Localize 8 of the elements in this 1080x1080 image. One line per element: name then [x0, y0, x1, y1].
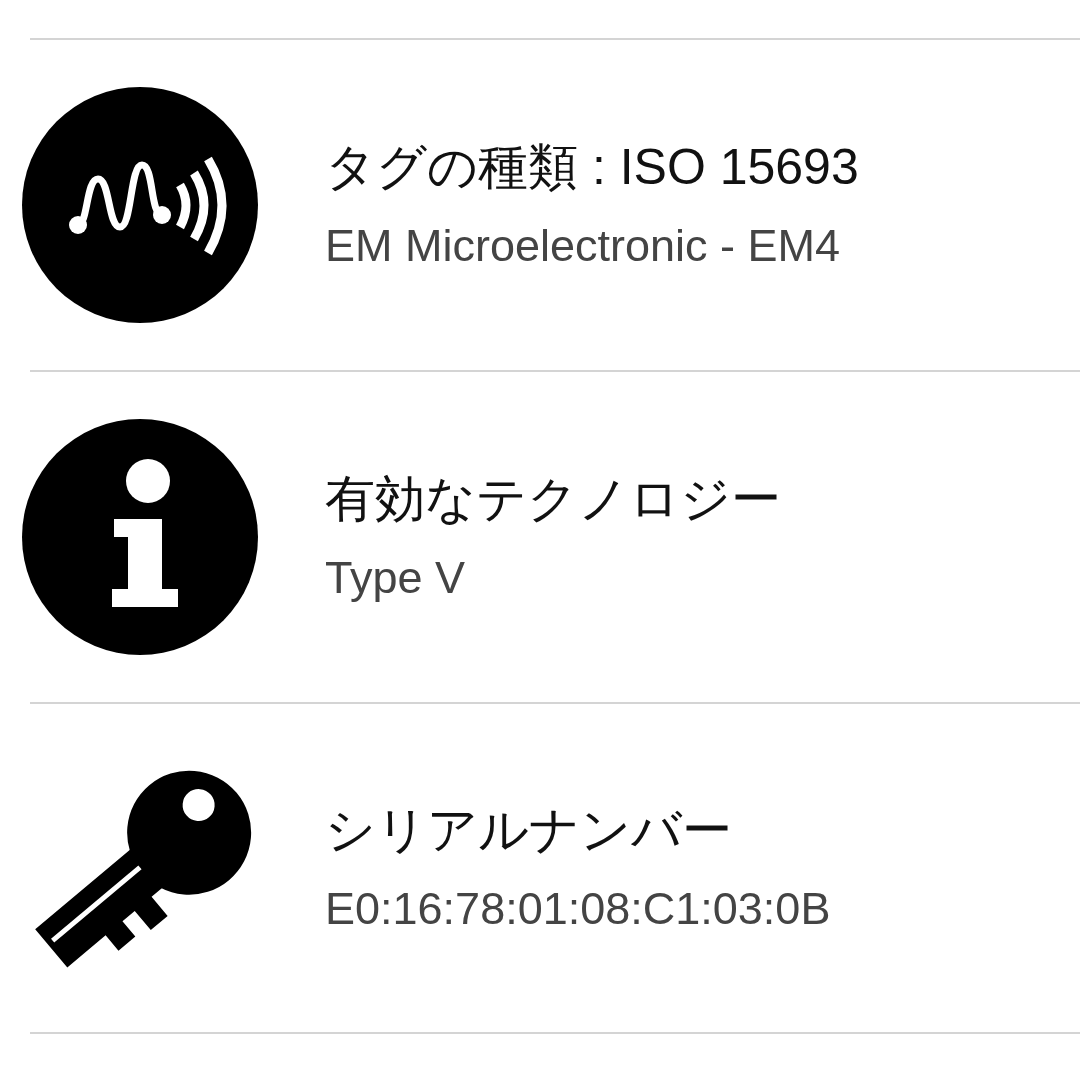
row-title: 有効なテクノロジー [325, 470, 781, 529]
nfc-icon [22, 87, 258, 323]
info-icon [22, 419, 258, 655]
row-value: Type V [325, 551, 467, 605]
row-value: EM Microelectronic - EM4 [325, 219, 842, 273]
row-title: シリアルナンバー [325, 801, 733, 860]
row-value: E0:16:78:01:08:C1:03:0B [325, 882, 831, 936]
row-title: タグの種類 : ISO 15693 [325, 138, 859, 197]
